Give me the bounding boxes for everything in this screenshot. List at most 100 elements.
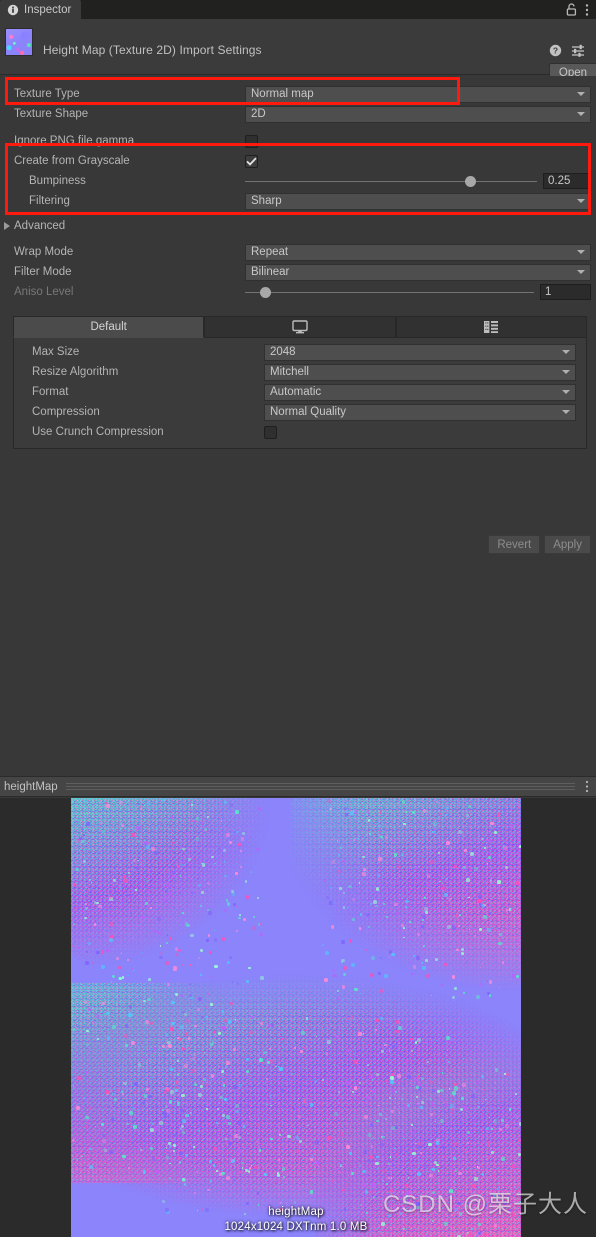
- texture-preview-area[interactable]: heightMap 1024x1024 DXTnm 1.0 MB CSDN @栗…: [0, 798, 596, 1237]
- revert-button[interactable]: Revert: [488, 535, 540, 554]
- texture-speckle: [233, 1085, 237, 1089]
- texture-speckle: [89, 879, 91, 881]
- texture-speckle: [457, 1129, 459, 1131]
- filtering-dropdown[interactable]: Sharp: [245, 193, 591, 210]
- texture-speckle: [382, 1180, 384, 1182]
- texture-speckle: [124, 879, 128, 883]
- texture-speckle: [342, 1189, 344, 1191]
- texture-speckle: [422, 966, 426, 970]
- texture-speckle: [107, 1036, 110, 1039]
- platform-tab-bar: Default: [13, 316, 587, 338]
- bumpiness-label: Bumpiness: [14, 175, 245, 187]
- texture-speckle: [344, 807, 347, 810]
- texture-speckle: [278, 1159, 279, 1160]
- tab-default[interactable]: Default: [13, 316, 204, 338]
- tab-server[interactable]: [396, 316, 587, 338]
- texture-speckle: [179, 1151, 183, 1155]
- preview-kebab-menu-icon[interactable]: [585, 780, 596, 793]
- preview-drag-handle[interactable]: [66, 783, 575, 790]
- texture-speckle: [360, 913, 363, 916]
- filtering-value: Sharp: [251, 195, 282, 207]
- texture-speckle: [474, 1088, 477, 1091]
- advanced-foldout[interactable]: Advanced: [0, 216, 596, 236]
- texture-speckle: [76, 868, 79, 871]
- field-use-crunch-compression: Use Crunch Compression: [14, 422, 586, 442]
- preset-settings-icon[interactable]: [571, 44, 585, 57]
- texture-speckle: [233, 1048, 236, 1051]
- texture-speckle: [172, 1154, 173, 1155]
- help-icon[interactable]: ?: [549, 44, 562, 57]
- field-format: Format Automatic: [14, 382, 586, 402]
- format-dropdown[interactable]: Automatic: [264, 384, 576, 401]
- texture-speckle: [186, 924, 189, 927]
- texture-speckle: [448, 818, 449, 819]
- tab-standalone[interactable]: [204, 316, 395, 338]
- slider-handle[interactable]: [260, 287, 271, 298]
- texture-speckle: [433, 1091, 435, 1093]
- apply-button[interactable]: Apply: [544, 535, 591, 554]
- texture-speckle: [420, 1160, 423, 1163]
- texture-speckle: [76, 1106, 80, 1110]
- texture-speckle: [375, 1019, 379, 1023]
- texture-speckle: [315, 1140, 319, 1144]
- texture-speckle: [452, 1091, 456, 1095]
- max-size-dropdown[interactable]: 2048: [264, 344, 576, 361]
- texture-shape-dropdown[interactable]: 2D: [245, 106, 591, 123]
- texture-speckle: [251, 1165, 252, 1166]
- create-from-grayscale-checkbox[interactable]: [245, 155, 258, 168]
- aniso-level-slider[interactable]: [245, 286, 534, 299]
- bumpiness-slider[interactable]: [245, 175, 537, 188]
- texture-speckle: [337, 840, 338, 841]
- texture-speckle: [150, 1022, 153, 1025]
- texture-speckle: [165, 1033, 168, 1036]
- texture-speckle: [476, 995, 480, 999]
- kebab-menu-icon[interactable]: [585, 3, 589, 17]
- texture-speckle: [448, 898, 451, 901]
- texture-speckle: [143, 1057, 146, 1060]
- texture-speckle: [204, 819, 206, 821]
- bumpiness-value-field[interactable]: 0.25: [543, 173, 591, 189]
- texture-speckle: [197, 1061, 200, 1064]
- lock-icon[interactable]: [566, 3, 577, 16]
- texture-speckle: [423, 945, 425, 947]
- preview-title: heightMap: [0, 781, 58, 793]
- wrap-mode-dropdown[interactable]: Repeat: [245, 244, 591, 261]
- texture-speckle: [159, 956, 162, 959]
- texture-speckle: [426, 974, 430, 978]
- chevron-down-icon: [577, 199, 585, 203]
- texture-speckle: [376, 1073, 379, 1076]
- texture-thumbnail: [5, 28, 33, 56]
- slider-handle[interactable]: [465, 176, 476, 187]
- use-crunch-compression-checkbox[interactable]: [264, 426, 277, 439]
- resize-algorithm-dropdown[interactable]: Mitchell: [264, 364, 576, 381]
- texture-speckle: [105, 1090, 109, 1094]
- texture-speckle: [433, 822, 437, 826]
- texture-speckle: [476, 1235, 478, 1237]
- compression-dropdown[interactable]: Normal Quality: [264, 404, 576, 421]
- texture-speckle: [207, 1189, 210, 1192]
- chevron-down-icon: [577, 250, 585, 254]
- texture-speckle: [421, 1077, 424, 1080]
- texture-speckle: [372, 1137, 374, 1139]
- format-value: Automatic: [270, 386, 321, 398]
- texture-speckle: [148, 1092, 149, 1093]
- texture-speckle: [234, 1134, 238, 1138]
- texture-speckle: [450, 1112, 453, 1115]
- texture-speckle: [277, 1174, 280, 1177]
- texture-speckle: [458, 830, 462, 834]
- window-tab-bar: Inspector: [0, 0, 596, 19]
- texture-speckle: [368, 819, 371, 822]
- texture-speckle: [159, 1121, 163, 1125]
- ignore-png-gamma-checkbox[interactable]: [245, 135, 258, 148]
- texture-type-dropdown[interactable]: Normal map: [245, 86, 591, 103]
- filter-mode-dropdown[interactable]: Bilinear: [245, 264, 591, 281]
- tab-inspector[interactable]: Inspector: [0, 0, 81, 19]
- texture-speckle: [345, 800, 347, 802]
- aniso-level-value-field[interactable]: 1: [540, 284, 591, 300]
- texture-speckle: [237, 1121, 241, 1125]
- texture-speckle: [481, 1075, 484, 1078]
- texture-speckle: [345, 1183, 348, 1186]
- texture-speckle: [172, 872, 173, 873]
- texture-speckle: [475, 887, 477, 889]
- texture-speckle: [229, 803, 233, 807]
